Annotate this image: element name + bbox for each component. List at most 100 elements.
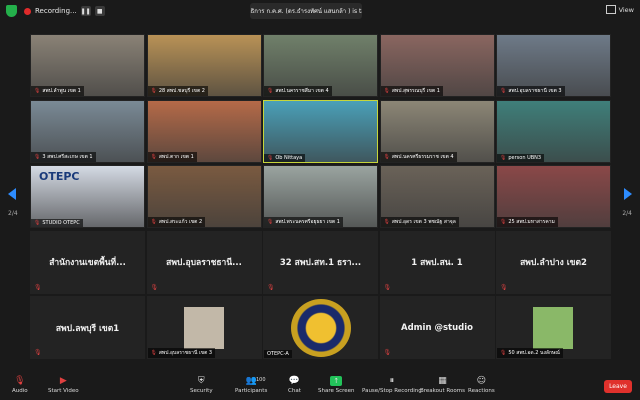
security-label: Security — [190, 388, 213, 394]
mic-muted-icon: 🎙 — [34, 283, 42, 291]
participant-name-text: สพป.อุบลราชธานี... — [166, 258, 242, 269]
participant-tile[interactable]: 1 สพป.สน. 1 🎙 — [379, 230, 495, 294]
participant-tile[interactable]: 🎙 สพป.สุพรรณบุรี เขต 1 — [379, 34, 495, 97]
participant-name-text: สพป.อุบลราชธานี เขต 3 — [508, 88, 562, 94]
participant-name: 🎙 สพป.นครราชสีมา เขต 4 — [264, 86, 332, 96]
participant-name-text: สพป.สระแก้ว เขต 2 — [158, 219, 203, 226]
security-button[interactable]: ⛨ Security — [190, 376, 213, 394]
participant-name: 🎙 สพป.นครศรีธรรมราช เขต 4 — [380, 151, 457, 162]
mic-muted-icon: 🎙 — [383, 88, 390, 94]
mic-muted-icon: 🎙 — [267, 154, 274, 161]
participant-name: 🎙 person UBN3 — [497, 153, 545, 162]
participants-count: 100 — [256, 377, 266, 383]
previous-page-arrow-icon[interactable] — [8, 188, 16, 200]
breakout-rooms-button[interactable]: ▦ Breakout Rooms — [420, 376, 465, 394]
share-screen-button[interactable]: ↑ Share Screen — [318, 376, 355, 394]
participant-tile[interactable]: 🎙 สพป.พระนครศรีอยุธยา เขต 1 — [263, 165, 378, 229]
participant-name-text: Admin @studio — [401, 322, 473, 333]
participant-name-text: 1 สพป.สน. 1 — [411, 258, 463, 269]
participant-tile[interactable]: 🎙 สพป.ตาก เขต 1 — [146, 99, 262, 163]
participant-tile[interactable]: 🎙 person UBN3 — [496, 99, 611, 163]
participant-name: OTEPC-A — [264, 350, 292, 359]
participant-name-text: สพป.ลำพูน เขต 1 — [42, 88, 81, 94]
page-indicator-right: 2/4 — [622, 210, 632, 217]
participant-tile[interactable]: 🎙 3 สพป.ศรีสะเกษ เขต 1 — [30, 99, 145, 163]
participant-tile[interactable]: สพป.ลพบุรี เขต1 🎙 — [30, 296, 145, 360]
participant-name: 🎙 28 สพป.ชลบุรี เขต 2 — [147, 86, 208, 96]
audio-button[interactable]: 🎙 Audio — [12, 376, 28, 394]
mic-muted-icon: 🎙 — [34, 153, 41, 160]
mic-muted-icon: 🎙 — [500, 283, 508, 291]
participant-tile[interactable]: OTEPC-A — [263, 296, 378, 360]
mic-muted-icon: 🎙 — [150, 153, 157, 160]
participant-name-text: สำนักงานเขตพื้นที่... — [49, 258, 126, 269]
participant-tile[interactable]: 🎙 สพป.นครศรีธรรมราช เขต 4 — [379, 99, 495, 163]
top-bar: Recording... ❚❚ ■ ของเลขาธิการ ก.ค.ศ. (ด… — [0, 0, 640, 22]
mic-muted-icon: 🎙 — [150, 88, 157, 94]
reactions-label: Reactions — [468, 388, 495, 394]
participant-name: 🎙 สพป.อุบลราชธานี เขต 3 — [497, 86, 565, 96]
participant-name: 🎙 สพป.อุบลราชธานี เขต 3 — [147, 348, 216, 359]
participant-tile[interactable]: Admin @studio 🎙 — [379, 296, 495, 360]
pause-recording-icon[interactable]: ❚❚ — [81, 6, 91, 16]
start-video-label: Start Video — [48, 388, 79, 394]
mic-muted-icon: 🎙 — [34, 349, 42, 357]
participant-tile[interactable]: 🎙 25 สพป.มหาสารคาม — [496, 165, 611, 229]
pause-stop-recording-button[interactable]: ⏸ Pause/Stop Recording — [362, 376, 422, 394]
organization-logo-icon — [291, 299, 351, 358]
participant-name-text: สพป.นครศรีธรรมราช เขต 4 — [391, 153, 454, 160]
microphone-muted-icon: 🎙 — [14, 376, 26, 386]
participant-tile[interactable]: 🎙 สพป.นครราชสีมา เขต 4 — [263, 34, 378, 97]
gallery-grid: 🎙 สพป.ลำพูน เขต 1 🎙 28 สพป.ชลบุรี เขต 2 🎙 สพป… — [30, 34, 611, 370]
leave-button[interactable]: Leave — [604, 380, 632, 393]
chat-label: Chat — [288, 388, 301, 394]
mic-muted-icon: 🎙 — [383, 283, 392, 291]
participant-tile[interactable]: สพป.อุบลราชธานี... 🎙 — [146, 230, 262, 294]
mic-muted-icon: 🎙 — [267, 283, 275, 291]
participant-name: 🎙 สพป.สุพรรณบุรี เขต 1 — [380, 86, 443, 96]
start-video-button[interactable]: ▶ Start Video — [48, 376, 79, 394]
participant-name: 🎙 สพป.ลำพูน เขต 1 — [31, 86, 84, 96]
reactions-button[interactable]: ☺ Reactions — [468, 376, 495, 394]
participant-video — [497, 100, 610, 162]
participant-name: 🎙 STUDIO OTEPC — [31, 219, 83, 228]
participant-name-text: Ob Nittaya — [275, 154, 303, 161]
participant-tile[interactable]: 🎙 28 สพป.ชลบุรี เขต 2 — [146, 34, 262, 97]
mic-muted-icon: 🎙 — [150, 350, 157, 357]
audio-label: Audio — [12, 388, 28, 394]
mic-muted-icon: 🎙 — [500, 88, 507, 94]
participant-name-text: 3 สพป.ศรีสะเกษ เขต 1 — [42, 153, 93, 160]
participant-name-text: สพป.อุบลราชธานี เขต 3 — [158, 350, 213, 357]
mic-muted-icon: 🎙 — [383, 219, 390, 226]
participant-name-text: สพป.นครราชสีมา เขต 4 — [275, 88, 329, 94]
participant-tile[interactable]: 32 สพป.สท.1 ธรา... 🎙 — [263, 230, 378, 294]
share-screen-icon: ↑ — [330, 376, 343, 386]
participant-tile[interactable]: 🎙 สพป.สระแก้ว เขต 2 — [146, 165, 262, 229]
participant-tile[interactable]: 🎙 สพป.ลำพูน เขต 1 — [30, 34, 145, 97]
shield-icon: ⛨ — [197, 376, 205, 386]
mic-muted-icon: 🎙 — [500, 219, 507, 226]
profile-photo — [533, 307, 573, 350]
mic-muted-icon: 🎙 — [267, 88, 274, 94]
participant-name: 🎙 สพป.อุดร เขต 3 พชณัฐ สาจุล — [380, 217, 459, 228]
chat-button[interactable]: 💬 Chat — [288, 376, 301, 394]
next-page-arrow-icon[interactable] — [624, 188, 632, 200]
participant-tile[interactable]: 🎙 Ob Nittaya — [263, 99, 378, 163]
shield-icon[interactable] — [6, 5, 17, 17]
profile-photo — [183, 307, 224, 350]
participant-name: 🎙 สพป.สระแก้ว เขต 2 — [147, 217, 206, 228]
recording-indicator: Recording... ❚❚ ■ — [24, 4, 105, 18]
stop-recording-icon[interactable]: ■ — [94, 6, 105, 16]
participant-name-text: 25 สพป.มหาสารคาม — [508, 219, 555, 226]
participant-tile[interactable]: 🎙 50 สพป.อด.2 นงลักษณ์ — [496, 296, 611, 360]
participant-tile[interactable]: 🎙 สพป.อุดร เขต 3 พชณัฐ สาจุล — [379, 165, 495, 229]
view-button[interactable]: View — [605, 5, 634, 14]
participant-tile[interactable]: 🎙 สพป.อุบลราชธานี เขต 3 — [146, 296, 262, 360]
participant-name-text: 32 สพป.สท.1 ธรา... — [279, 258, 362, 269]
participant-tile[interactable]: สำนักงานเขตพื้นที่... 🎙 — [30, 230, 145, 294]
participant-tile[interactable]: OTEPC 🎙 STUDIO OTEPC — [30, 165, 145, 229]
participant-tile[interactable]: 🎙 สพป.อุบลราชธานี เขต 3 — [496, 34, 611, 97]
mic-muted-icon: 🎙 — [267, 219, 274, 226]
participant-tile[interactable]: สพป.ลำปาง เขต2 🎙 — [496, 230, 611, 294]
participant-name-text: สพป.พระนครศรีอยุธยา เขต 1 — [275, 219, 340, 226]
